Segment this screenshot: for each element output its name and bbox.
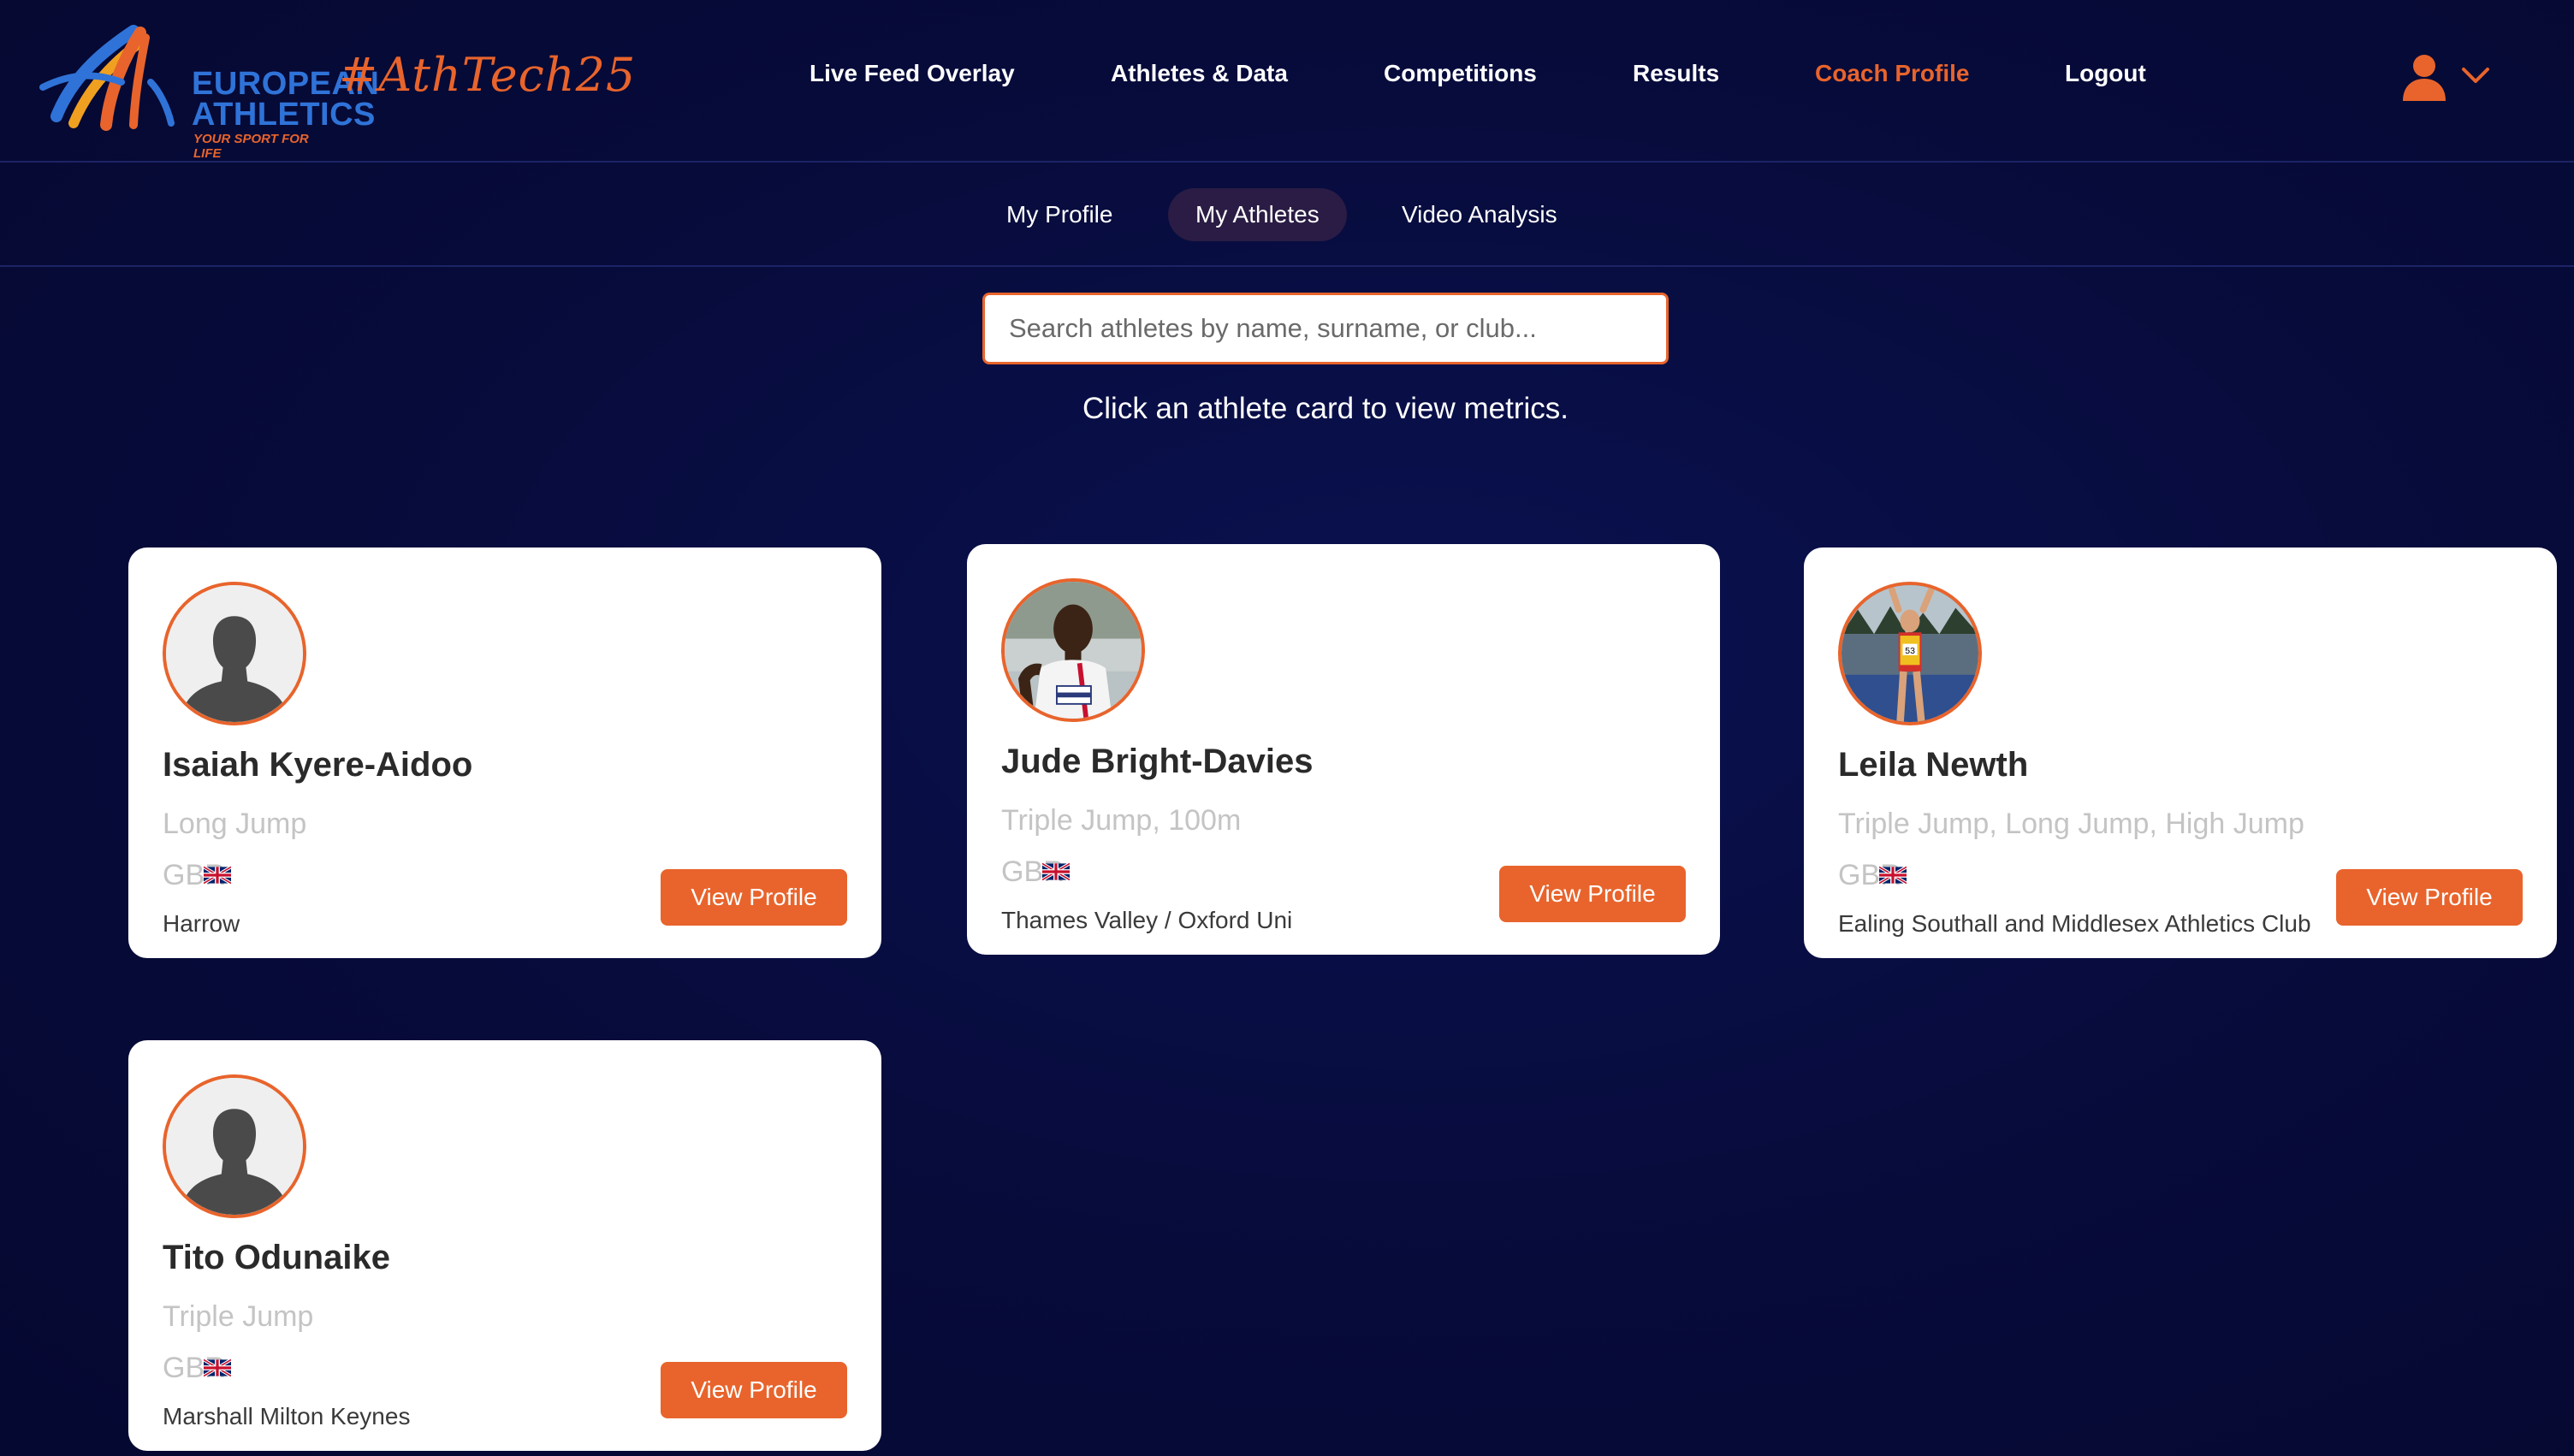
person-silhouette-icon: [166, 585, 303, 722]
athlete-events: Triple Jump, Long Jump, High Jump: [1838, 808, 2304, 840]
nav-logout[interactable]: Logout: [2065, 60, 2146, 87]
athlete-name: Leila Newth: [1838, 746, 2029, 784]
athlete-avatar: 53: [1838, 582, 1982, 725]
athlete-name: Jude Bright-Davies: [1001, 743, 1314, 780]
athlete-avatar: [163, 582, 306, 725]
user-icon: [2403, 55, 2446, 101]
nav-athletes-data[interactable]: Athletes & Data: [1111, 60, 1288, 87]
athlete-card[interactable]: Isaiah Kyere-Aidoo Long Jump GBR Harrow …: [128, 547, 881, 958]
athlete-photo: 53: [1842, 585, 1978, 722]
nav-results[interactable]: Results: [1633, 60, 1719, 87]
top-header: EUROPEAN ATHLETICS YOUR SPORT FOR LIFE #…: [0, 0, 2574, 163]
athlete-events: Triple Jump: [163, 1300, 314, 1333]
athlete-events: Triple Jump, 100m: [1001, 804, 1242, 837]
logo-line2: ATHLETICS: [192, 97, 376, 133]
athlete-card[interactable]: 53 Leila Newth Triple Jump, Long Jump, H…: [1804, 547, 2557, 958]
person-silhouette-icon: [166, 1078, 303, 1215]
user-menu[interactable]: [2401, 51, 2495, 103]
athlete-avatar: [163, 1074, 306, 1218]
athlete-photo: [1005, 582, 1142, 719]
tab-my-athletes[interactable]: My Athletes: [1168, 188, 1347, 241]
logo-tagline: YOUR SPORT FOR LIFE: [193, 132, 309, 161]
main-nav: Live Feed Overlay Athletes & Data Compet…: [0, 60, 2574, 94]
athlete-club: Thames Valley / Oxford Uni: [1001, 907, 1293, 933]
nav-live-feed-overlay[interactable]: Live Feed Overlay: [810, 60, 1015, 87]
uk-flag-icon: [1879, 866, 1907, 885]
svg-text:53: 53: [1905, 647, 1915, 656]
uk-flag-icon: [1042, 862, 1070, 881]
athlete-search-input[interactable]: [982, 293, 1669, 364]
athlete-name: Tito Odunaike: [163, 1239, 390, 1276]
athlete-avatar: [1001, 578, 1145, 722]
athlete-club: Ealing Southall and Middlesex Athletics …: [1838, 910, 2311, 937]
instruction-text: Click an athlete card to view metrics.: [1082, 392, 1569, 425]
nav-coach-profile[interactable]: Coach Profile: [1815, 60, 1969, 87]
chevron-down-icon: [2462, 68, 2489, 83]
view-profile-button[interactable]: View Profile: [661, 869, 847, 926]
uk-flag-icon: [204, 1358, 231, 1377]
tab-my-profile[interactable]: My Profile: [979, 188, 1140, 241]
athlete-club: Marshall Milton Keynes: [163, 1403, 411, 1429]
tab-video-analysis[interactable]: Video Analysis: [1374, 188, 1585, 241]
athlete-name: Isaiah Kyere-Aidoo: [163, 746, 473, 784]
athlete-card[interactable]: Jude Bright-Davies Triple Jump, 100m GBR…: [967, 544, 1720, 955]
athlete-events: Long Jump: [163, 808, 307, 840]
athlete-card[interactable]: Tito Odunaike Triple Jump GBR Marshall M…: [128, 1040, 881, 1451]
view-profile-button[interactable]: View Profile: [661, 1362, 847, 1418]
athlete-club: Harrow: [163, 910, 240, 937]
uk-flag-icon: [204, 866, 231, 885]
nav-competitions[interactable]: Competitions: [1384, 60, 1537, 87]
view-profile-button[interactable]: View Profile: [1499, 866, 1686, 922]
sub-nav: My Profile My Athletes Video Analysis: [0, 163, 2574, 267]
view-profile-button[interactable]: View Profile: [2336, 869, 2523, 926]
